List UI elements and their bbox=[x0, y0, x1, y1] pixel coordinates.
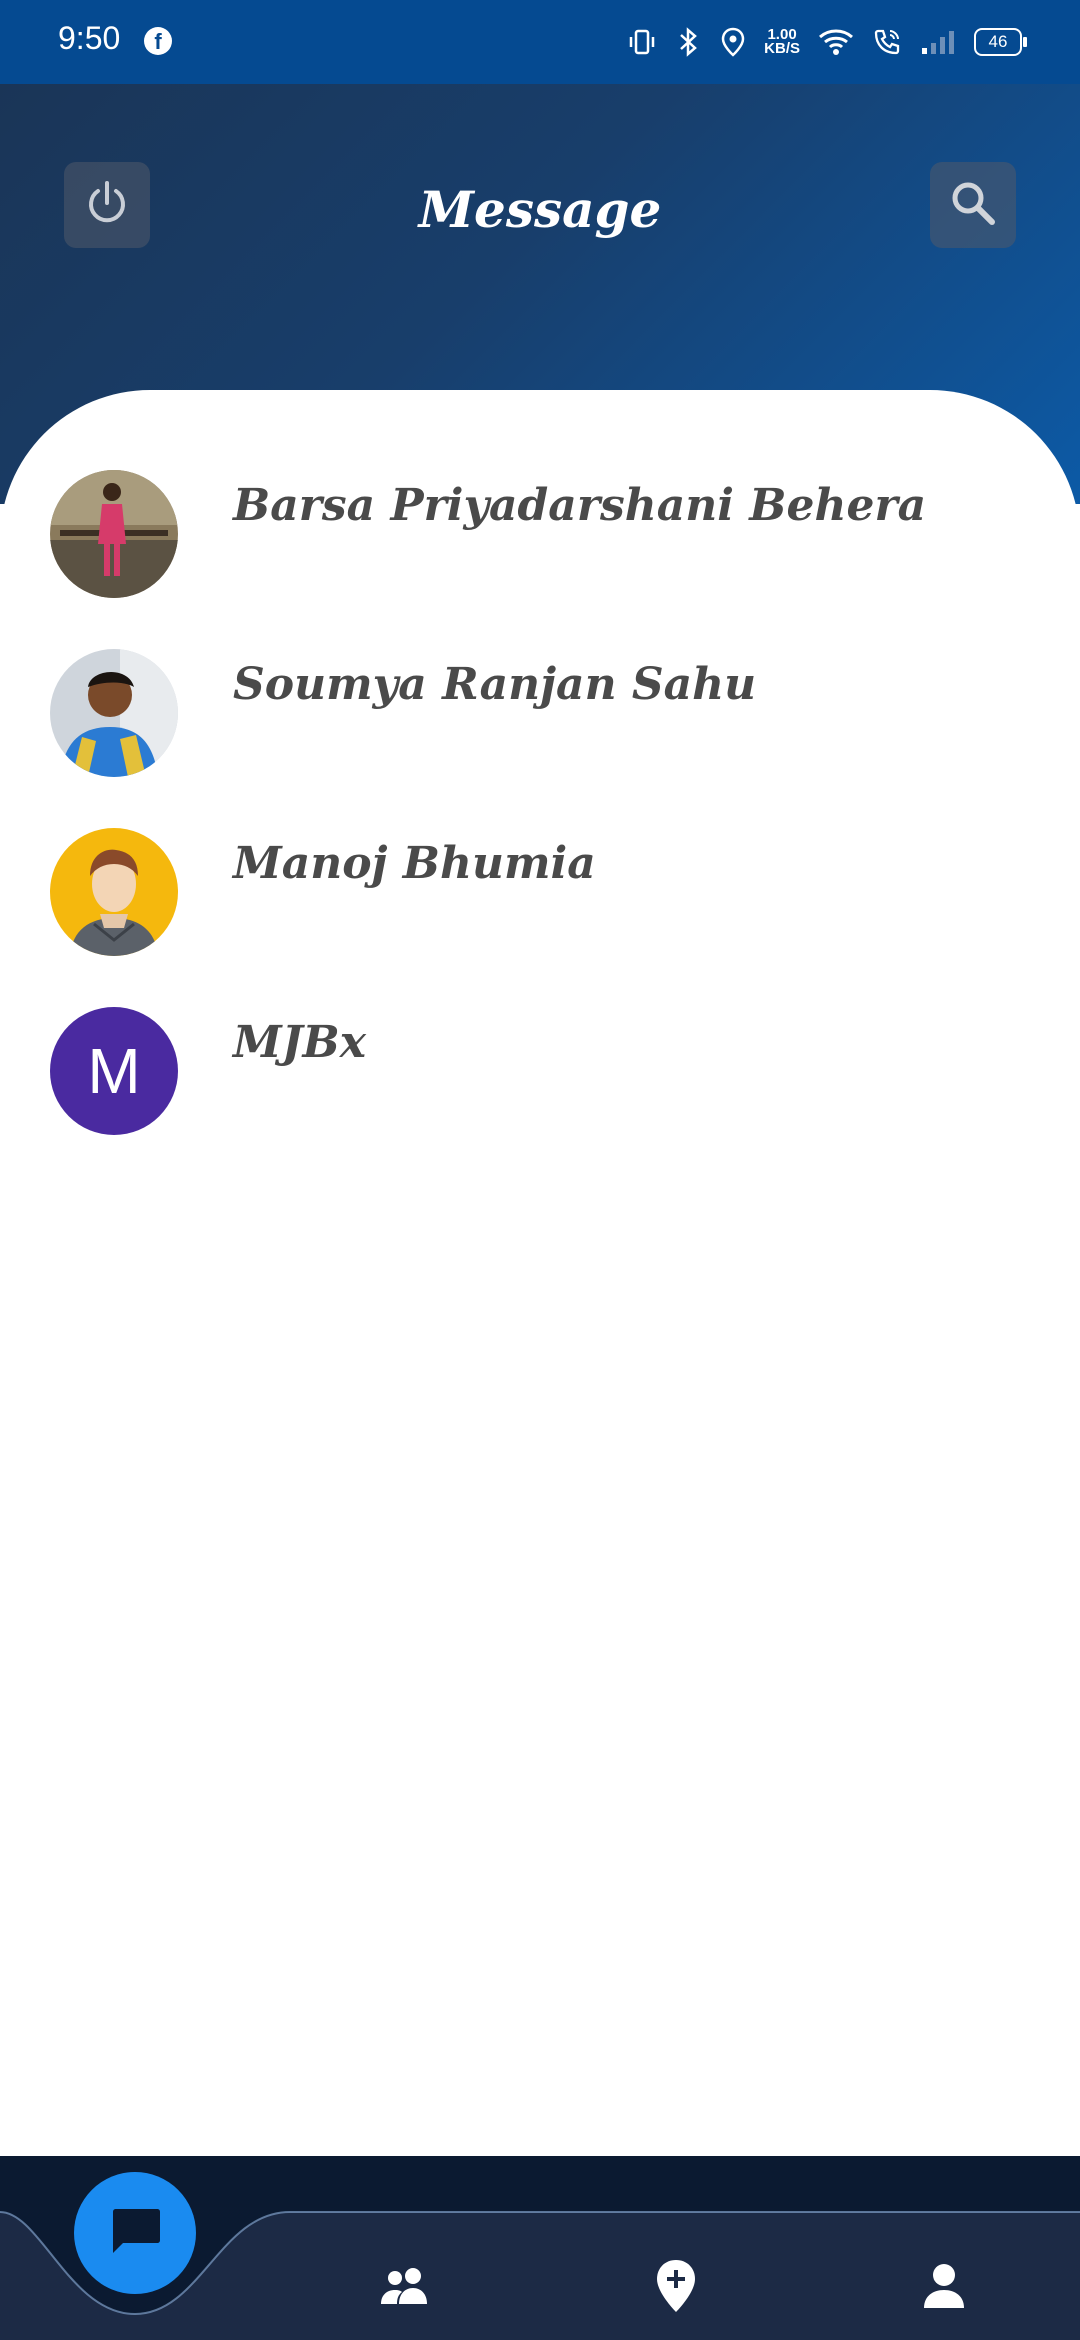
bottom-navigation bbox=[0, 2156, 1080, 2340]
chat-icon bbox=[105, 2201, 165, 2265]
person-icon bbox=[922, 2262, 966, 2314]
status-time: 9:50 bbox=[58, 20, 121, 56]
letter-avatar: M bbox=[50, 1007, 178, 1135]
people-nav-button[interactable] bbox=[373, 2256, 437, 2320]
default-person-avatar bbox=[50, 828, 178, 956]
wifi-icon bbox=[818, 28, 854, 56]
wifi-calling-icon bbox=[872, 27, 902, 57]
bluetooth-icon bbox=[674, 27, 702, 57]
contact-name: Barsa Priyadarshani Behera bbox=[233, 480, 927, 531]
contact-row[interactable]: M MJBx bbox=[0, 1007, 1080, 1186]
chat-nav-button[interactable] bbox=[74, 2172, 196, 2294]
signal-icon bbox=[920, 28, 956, 56]
location-icon bbox=[720, 27, 746, 57]
contact-row[interactable]: Barsa Priyadarshani Behera bbox=[0, 470, 1080, 649]
contacts-card: Barsa Priyadarshani Behera Soumya Ranjan… bbox=[0, 390, 1080, 2160]
battery-icon: 46 bbox=[974, 28, 1027, 56]
avatar bbox=[50, 470, 178, 598]
search-icon bbox=[948, 178, 998, 232]
vibrate-icon bbox=[628, 28, 656, 56]
profile-nav-button[interactable] bbox=[912, 2256, 976, 2320]
avatar-letter: M bbox=[87, 1035, 141, 1107]
network-speed: 1.00 KB/S bbox=[764, 27, 800, 57]
contact-name: MJBx bbox=[233, 1017, 366, 1068]
status-bar: 9:50 f 1.00 KB/S 46 bbox=[0, 0, 1080, 84]
contact-row[interactable]: Manoj Bhumia bbox=[0, 828, 1080, 1007]
status-icons: 1.00 KB/S 46 bbox=[628, 18, 1027, 66]
add-location-nav-button[interactable] bbox=[644, 2256, 708, 2320]
contact-name: Manoj Bhumia bbox=[233, 838, 596, 889]
search-button[interactable] bbox=[930, 162, 1016, 248]
add-location-icon bbox=[654, 2258, 698, 2318]
speed-unit: KB/S bbox=[764, 40, 800, 57]
avatar bbox=[50, 649, 178, 777]
contact-row[interactable]: Soumya Ranjan Sahu bbox=[0, 649, 1080, 828]
people-icon bbox=[377, 2264, 433, 2312]
contact-name: Soumya Ranjan Sahu bbox=[233, 659, 757, 710]
facebook-notification-icon: f bbox=[144, 27, 172, 55]
page-title: Message bbox=[418, 180, 662, 239]
